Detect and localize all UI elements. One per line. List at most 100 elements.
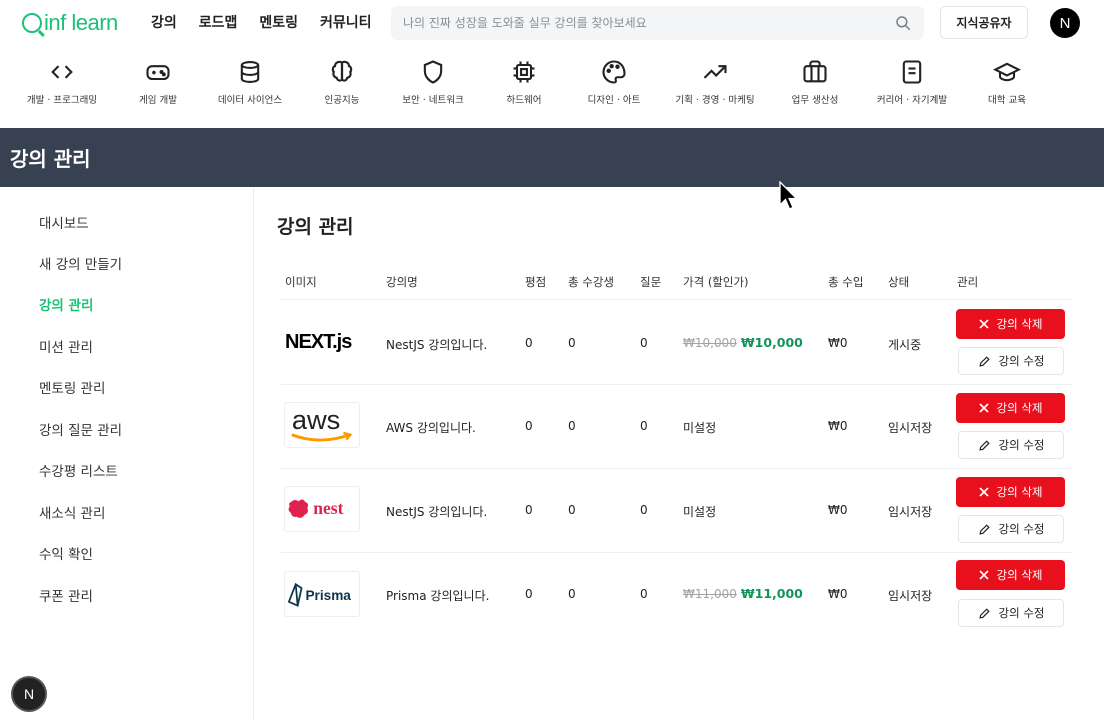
close-icon xyxy=(978,487,989,497)
category-label: 인공지능 xyxy=(324,95,360,106)
search-input[interactable] xyxy=(403,16,894,30)
database-icon xyxy=(240,61,260,83)
edit-course-button[interactable]: 강의 수정 xyxy=(958,431,1064,459)
sidebar-item-mentoring[interactable]: 멘토링 관리 xyxy=(39,377,105,397)
avatar[interactable]: N xyxy=(1050,8,1080,38)
category-university[interactable]: 대학 교육 xyxy=(952,58,1062,106)
divider xyxy=(281,468,1073,469)
category-label: 기획 · 경영 · 마케팅 xyxy=(675,95,755,106)
category-label: 보안 · 네트워크 xyxy=(402,95,464,106)
divider xyxy=(281,384,1073,385)
sidebar-item-questions[interactable]: 강의 질문 관리 xyxy=(39,419,122,439)
delete-label: 강의 삭제 xyxy=(996,401,1043,415)
edit-label: 강의 수정 xyxy=(998,354,1045,368)
course-name[interactable]: NestJS 강의입니다. xyxy=(386,503,487,520)
course-thumbnail[interactable]: Prisma xyxy=(284,571,360,617)
page-banner: 강의 관리 xyxy=(0,128,1104,187)
price-original: ₩10,000 xyxy=(683,336,737,350)
delete-course-button[interactable]: 강의 삭제 xyxy=(956,393,1065,423)
category-label: 대학 교육 xyxy=(988,95,1026,106)
pencil-icon xyxy=(978,523,990,535)
graduation-cap-icon xyxy=(993,62,1021,82)
course-name[interactable]: AWS 강의입니다. xyxy=(386,419,476,436)
category-label: 게임 개발 xyxy=(139,95,177,106)
edit-label: 강의 수정 xyxy=(998,522,1045,536)
page-title: 강의 관리 xyxy=(277,216,354,238)
sidebar-item-coupons[interactable]: 쿠폰 관리 xyxy=(39,585,93,605)
sidebar-item-dashboard[interactable]: 대시보드 xyxy=(39,212,89,232)
pencil-icon xyxy=(978,355,990,367)
column-header-students: 총 수강생 xyxy=(568,275,614,289)
nav-roadmap[interactable]: 로드맵 xyxy=(199,12,238,32)
course-rating: 0 xyxy=(525,336,533,350)
pencil-icon xyxy=(978,607,990,619)
sidebar-item-revenue[interactable]: 수익 확인 xyxy=(39,543,93,563)
category-dev[interactable]: 개발 · 프로그래밍 xyxy=(7,58,117,106)
logo-mark-icon xyxy=(22,13,42,33)
svg-text:aws: aws xyxy=(292,404,340,435)
sidebar-item-new-course[interactable]: 새 강의 만들기 xyxy=(39,253,122,273)
floating-avatar[interactable]: N xyxy=(11,676,47,712)
course-students: 0 xyxy=(568,419,576,433)
course-thumbnail[interactable]: aws xyxy=(284,402,360,448)
delete-label: 강의 삭제 xyxy=(996,568,1043,582)
category-business[interactable]: 기획 · 경영 · 마케팅 xyxy=(660,58,770,106)
code-icon xyxy=(51,65,73,79)
edit-course-button[interactable]: 강의 수정 xyxy=(958,515,1064,543)
course-name[interactable]: Prisma 강의입니다. xyxy=(386,587,489,604)
top-header: inf learn 강의 로드맵 멘토링 커뮤니티 지식공유자 N xyxy=(0,0,1104,46)
course-revenue: ₩0 xyxy=(828,503,848,517)
logo-text: inf learn xyxy=(44,10,118,35)
pencil-icon xyxy=(978,439,990,451)
status-badge: 임시저장 xyxy=(888,589,933,603)
edit-label: 강의 수정 xyxy=(998,606,1045,620)
search-bar xyxy=(391,6,924,40)
document-icon xyxy=(902,60,922,84)
brain-icon xyxy=(331,60,353,82)
course-thumbnail[interactable]: NEXT.js xyxy=(284,319,360,365)
close-icon xyxy=(978,403,989,413)
category-career[interactable]: 커리어 · 자기계발 xyxy=(857,58,967,106)
category-bar: 개발 · 프로그래밍 게임 개발 데이터 사이언스 인공지능 보안 · 네트워크… xyxy=(0,58,1104,120)
price-original: ₩11,000 xyxy=(683,587,737,601)
sidebar-item-mission[interactable]: 미션 관리 xyxy=(39,336,93,356)
palette-icon xyxy=(602,60,626,84)
svg-text:Prisma: Prisma xyxy=(305,588,351,603)
status-badge: 임시저장 xyxy=(888,505,933,519)
category-label: 하드웨어 xyxy=(506,95,542,106)
column-header-manage: 관리 xyxy=(957,275,979,289)
course-price: 미설정 xyxy=(683,421,717,435)
category-label: 커리어 · 자기계발 xyxy=(876,95,948,106)
shield-icon xyxy=(423,60,443,84)
delete-course-button[interactable]: 강의 삭제 xyxy=(956,560,1065,590)
search-icon[interactable] xyxy=(894,14,912,32)
course-thumbnail[interactable]: nest xyxy=(284,486,360,532)
course-rating: 0 xyxy=(525,587,533,601)
category-design[interactable]: 디자인 · 아트 xyxy=(559,58,669,106)
course-rating: 0 xyxy=(525,503,533,517)
aws-logo: aws xyxy=(291,404,353,442)
price-discount: ₩11,000 xyxy=(740,586,803,601)
close-icon xyxy=(978,570,989,580)
course-rating: 0 xyxy=(525,419,533,433)
nav-mentoring[interactable]: 멘토링 xyxy=(259,12,298,32)
nav-courses[interactable]: 강의 xyxy=(151,12,177,32)
sidebar: 대시보드 새 강의 만들기 강의 관리 미션 관리 멘토링 관리 강의 질문 관… xyxy=(0,188,254,720)
course-name[interactable]: NestJS 강의입니다. xyxy=(386,336,487,353)
course-questions: 0 xyxy=(640,587,648,601)
course-price: 미설정 xyxy=(683,505,717,519)
delete-course-button[interactable]: 강의 삭제 xyxy=(956,477,1065,507)
nextjs-logo: NEXT.js xyxy=(285,331,353,353)
instructor-button[interactable]: 지식공유자 xyxy=(940,6,1028,39)
course-price: ₩10,000 ₩10,000 xyxy=(683,335,803,350)
inflearn-logo[interactable]: inf learn xyxy=(22,10,118,36)
sidebar-item-reviews[interactable]: 수강평 리스트 xyxy=(39,460,118,480)
edit-course-button[interactable]: 강의 수정 xyxy=(958,599,1064,627)
nav-community[interactable]: 커뮤니티 xyxy=(320,12,372,32)
delete-course-button[interactable]: 강의 삭제 xyxy=(956,309,1065,339)
edit-course-button[interactable]: 강의 수정 xyxy=(958,347,1064,375)
category-productivity[interactable]: 업무 생산성 xyxy=(760,58,870,106)
sidebar-item-course-manage[interactable]: 강의 관리 xyxy=(39,294,93,314)
sidebar-item-news[interactable]: 새소식 관리 xyxy=(39,502,105,522)
course-students: 0 xyxy=(568,587,576,601)
